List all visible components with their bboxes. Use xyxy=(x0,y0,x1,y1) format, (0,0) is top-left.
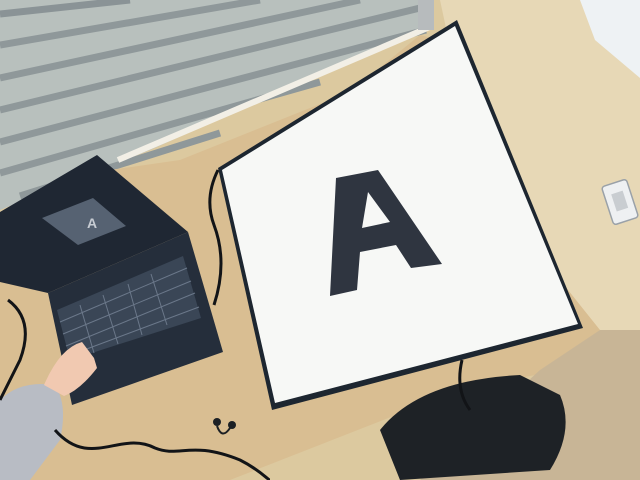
photo-scene: A A xyxy=(0,0,640,480)
laptop-screen-letter: A xyxy=(87,215,97,231)
